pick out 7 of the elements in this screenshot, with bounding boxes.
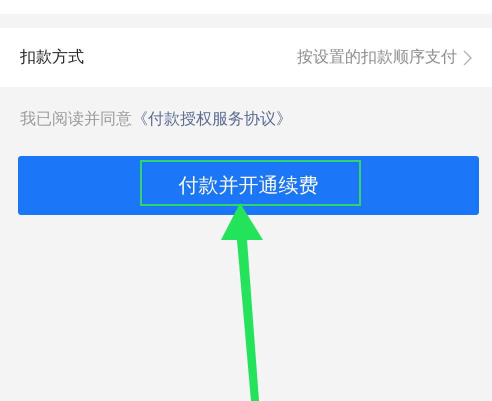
row-value: 按设置的扣款顺序支付 — [297, 47, 457, 68]
agreement-text: 我已阅读并同意《付款授权服务协议》 — [20, 109, 293, 130]
row-label: 扣款方式 — [20, 47, 84, 68]
chevron-right-icon — [463, 50, 472, 66]
payment-method-row[interactable]: 扣款方式 按设置的扣款顺序支付 — [0, 28, 492, 87]
agreement-link[interactable]: 《付款授权服务协议》 — [132, 109, 292, 128]
pay-button[interactable]: 付款并开通续费 — [18, 156, 479, 215]
